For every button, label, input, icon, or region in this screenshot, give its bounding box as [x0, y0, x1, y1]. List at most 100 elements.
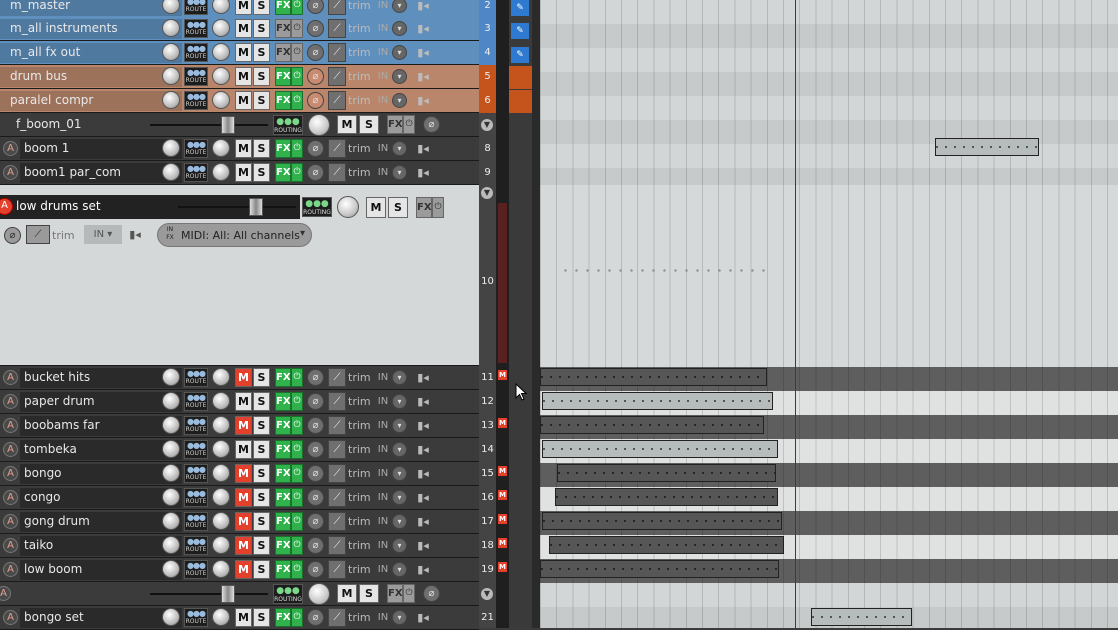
mute-button[interactable]: M [235, 19, 252, 38]
fx-button[interactable]: FX [275, 392, 291, 411]
mute-button[interactable]: M [235, 416, 252, 435]
track-name[interactable]: low drums set [16, 198, 166, 215]
phase-invert-icon[interactable]: ⌀ [307, 369, 324, 386]
input-dropdown-icon[interactable]: ▾ [392, 165, 407, 180]
envelope-button[interactable]: ⟋ [26, 225, 50, 244]
mute-button[interactable]: M [366, 197, 386, 218]
volume-fader[interactable] [221, 585, 235, 603]
solo-button[interactable]: S [388, 197, 408, 218]
automation-mode[interactable]: trim [348, 394, 371, 409]
automation-mode[interactable]: trim [52, 228, 75, 243]
midi-input-selector[interactable]: IN FX MIDI: All: All channels ▾ [157, 223, 312, 247]
folder-collapse-icon[interactable]: ▼ [481, 588, 493, 600]
in-fx-button[interactable]: IN FX [163, 226, 177, 244]
input-button[interactable]: IN [373, 512, 393, 531]
mute-button[interactable]: M [235, 139, 252, 158]
route-button[interactable]: ●●● ROUTE [184, 488, 208, 507]
phase-invert-icon[interactable]: ⌀ [307, 20, 324, 37]
record-arm-button[interactable]: A [3, 538, 18, 553]
fx-bypass-icon[interactable]: ⏻ [291, 488, 303, 507]
pan-knob[interactable] [212, 19, 230, 37]
panel-divider[interactable] [532, 0, 540, 628]
phase-invert-icon[interactable]: ⌀ [423, 116, 440, 133]
volume-knob[interactable] [162, 67, 180, 85]
media-item[interactable] [542, 392, 773, 410]
fx-bypass-icon[interactable]: ⏻ [403, 115, 415, 134]
route-button[interactable]: ●●● ROUTE [184, 67, 208, 86]
track-boom1-par-com[interactable]: A boom1 par_com ●●● ROUTE M S FX ⏻ ⌀ ⟋ tr… [0, 161, 479, 185]
input-button[interactable]: IN [373, 43, 393, 62]
solo-button[interactable]: S [253, 608, 270, 627]
fx-bypass-icon[interactable]: ⏻ [291, 19, 303, 38]
pan-knob[interactable] [212, 91, 230, 109]
track-name[interactable]: bucket hits [24, 369, 160, 386]
mute-button[interactable]: M [235, 67, 252, 86]
fx-bypass-icon[interactable]: ⏻ [403, 584, 415, 603]
phase-invert-icon[interactable]: ⌀ [307, 441, 324, 458]
solo-button[interactable]: S [253, 368, 270, 387]
input-button[interactable]: IN [373, 536, 393, 555]
pan-knob[interactable] [212, 608, 230, 626]
solo-button[interactable]: S [253, 464, 270, 483]
envelope-button[interactable]: ⟋ [328, 139, 346, 158]
track-paralel-compr[interactable]: paralel compr ●●● ROUTE M S FX ⏻ ⌀ ⟋ trim… [0, 89, 479, 113]
record-mode-icon[interactable]: ▮◂ [414, 488, 432, 507]
volume-knob[interactable] [162, 139, 180, 157]
fx-bypass-icon[interactable]: ⏻ [291, 163, 303, 182]
automation-mode[interactable]: trim [348, 418, 371, 433]
record-mode-icon[interactable]: ▮◂ [414, 91, 432, 110]
solo-button[interactable]: S [253, 536, 270, 555]
track-name[interactable]: boom 1 [24, 140, 160, 157]
input-button[interactable]: IN ▾ [84, 225, 122, 244]
record-mode-icon[interactable]: ▮◂ [414, 440, 432, 459]
route-button[interactable]: ●●● ROUTE [184, 163, 208, 182]
input-dropdown-icon[interactable]: ▾ [392, 93, 407, 108]
phase-invert-icon[interactable]: ⌀ [307, 0, 324, 14]
input-dropdown-icon[interactable]: ▾ [392, 490, 407, 505]
pan-knob[interactable] [308, 583, 330, 605]
phase-invert-icon[interactable]: ⌀ [307, 140, 324, 157]
solo-button[interactable]: S [253, 0, 270, 15]
input-button[interactable]: IN [373, 488, 393, 507]
phase-invert-icon[interactable]: ⌀ [307, 92, 324, 109]
fx-button[interactable]: FX [275, 464, 291, 483]
envelope-button[interactable]: ⟋ [328, 67, 346, 86]
pan-knob[interactable] [212, 440, 230, 458]
envelope-button[interactable]: ⟋ [328, 43, 346, 62]
input-dropdown-icon[interactable]: ▾ [392, 442, 407, 457]
route-button[interactable]: ●●● ROUTE [184, 0, 208, 15]
fx-button[interactable]: FX [275, 163, 291, 182]
record-arm-button[interactable]: A [3, 610, 18, 625]
volume-knob[interactable] [162, 91, 180, 109]
input-button[interactable]: IN [373, 440, 393, 459]
mute-button[interactable]: M [235, 440, 252, 459]
record-mode-icon[interactable]: ▮◂ [414, 608, 432, 627]
route-button[interactable]: ●●● ROUTE [184, 608, 208, 627]
envelope-button[interactable]: ⟋ [328, 560, 346, 579]
fx-button[interactable]: FX [275, 0, 291, 15]
fx-bypass-icon[interactable]: ⏻ [432, 197, 444, 218]
envelope-button[interactable]: ⟋ [328, 163, 346, 182]
record-arm-button[interactable]: A [3, 370, 18, 385]
route-button[interactable]: ●●● ROUTE [184, 440, 208, 459]
media-item[interactable] [540, 368, 767, 386]
pan-knob[interactable] [337, 196, 359, 218]
mute-button[interactable]: M [235, 536, 252, 555]
fx-button[interactable]: FX [275, 440, 291, 459]
fx-bypass-icon[interactable]: ⏻ [291, 67, 303, 86]
pan-knob[interactable] [212, 536, 230, 554]
input-button[interactable]: IN [373, 139, 393, 158]
media-item[interactable] [935, 138, 1039, 156]
record-arm-button[interactable]: A [3, 490, 18, 505]
input-dropdown-icon[interactable]: ▾ [392, 418, 407, 433]
input-button[interactable]: IN [373, 560, 393, 579]
phase-invert-icon[interactable]: ⌀ [307, 417, 324, 434]
envelope-button[interactable]: ⟋ [328, 392, 346, 411]
input-button[interactable]: IN [373, 368, 393, 387]
record-mode-icon[interactable]: ▮◂ [414, 512, 432, 531]
media-item[interactable] [540, 560, 779, 578]
mute-button[interactable]: M [235, 368, 252, 387]
media-item[interactable] [811, 608, 912, 626]
envelope-button[interactable]: ⟋ [328, 464, 346, 483]
fx-bypass-icon[interactable]: ⏻ [291, 512, 303, 531]
